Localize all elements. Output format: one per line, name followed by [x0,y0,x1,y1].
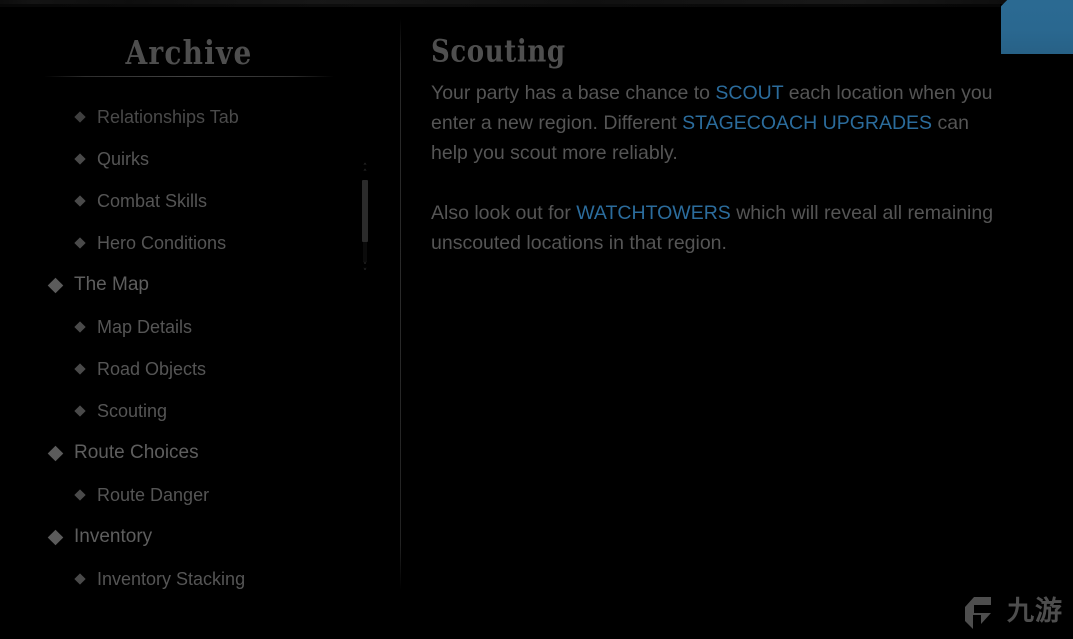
sidebar-scrollbar[interactable]: ˄ ˄ ˅ ˅ [358,164,372,278]
sidebar-item-label: Inventory [74,526,153,547]
page-body-text: Your party has a base chance to SCOUT ea… [431,78,1006,258]
sidebar-item-label: Relationships Tab [97,106,239,127]
diamond-bullet-icon [74,237,86,249]
body-text-run: Also look out for [431,202,577,224]
body-text-run: Your party has a base chance to [431,82,716,104]
sidebar-item-label: Inventory Stacking [97,568,246,589]
archive-nav-list: Relationships Tab Quirks Combat Skills Hero… [0,96,380,600]
scroll-down-chevron-outer[interactable]: ˅ [360,269,370,278]
archive-sidebar: Archive Relationships Tab Quirks Combat Sk… [0,0,400,639]
sidebar-item-label: Scouting [97,400,168,421]
diamond-bullet-icon [47,277,64,293]
diamond-bullet-icon [74,321,86,333]
sidebar-item-label: The Map [74,274,149,295]
diamond-bullet-icon [47,445,64,461]
keyword-link[interactable]: SCOUT [715,82,783,104]
scroll-up-chevron-inner[interactable]: ˄ [360,170,370,179]
sidebar-item-the-map[interactable]: The Map [0,264,380,306]
diamond-bullet-icon [74,405,86,417]
sidebar-item-combat-skills[interactable]: Combat Skills [0,180,380,222]
diamond-bullet-icon [74,573,86,585]
page-title: Scouting [431,34,566,70]
diamond-bullet-icon [74,489,86,501]
sidebar-item-label: Combat Skills [97,190,208,211]
sidebar-title: Archive [125,34,253,73]
sidebar-item-road-objects[interactable]: Road Objects [0,348,380,390]
sidebar-item-quirks[interactable]: Quirks [0,138,380,180]
sidebar-item-route-choices[interactable]: Route Choices [0,432,380,474]
sidebar-title-rule [44,76,334,77]
sidebar-item-inventory-stacking[interactable]: Inventory Stacking [0,558,380,600]
scrollbar-thumb[interactable] [362,180,368,242]
sidebar-item-label: Quirks [97,148,150,169]
sidebar-item-label: Road Objects [97,358,207,379]
body-paragraph: Also look out for WATCHTOWERS which will… [431,198,1006,258]
archive-screen: Archive Relationships Tab Quirks Combat Sk… [0,0,1073,639]
sidebar-item-label: Route Choices [74,442,199,463]
diamond-bullet-icon [74,153,86,165]
keyword-link[interactable]: WATCHTOWERS [576,202,731,224]
sidebar-item-map-details[interactable]: Map Details [0,306,380,348]
body-paragraph: Your party has a base chance to SCOUT ea… [431,78,1006,168]
sidebar-item-route-danger[interactable]: Route Danger [0,474,380,516]
diamond-bullet-icon [74,111,86,123]
diamond-bullet-icon [74,363,86,375]
sidebar-item-label: Route Danger [97,484,210,505]
sidebar-item-hero-conditions[interactable]: Hero Conditions [0,222,380,264]
sidebar-item-label: Map Details [97,316,193,337]
sidebar-item-relationships-tab[interactable]: Relationships Tab [0,96,380,138]
keyword-link[interactable]: STAGECOACH UPGRADES [682,112,932,134]
sidebar-item-scouting[interactable]: Scouting [0,390,380,432]
sidebar-item-label: Hero Conditions [97,232,227,253]
sidebar-item-inventory[interactable]: Inventory [0,516,380,558]
diamond-bullet-icon [47,529,64,545]
archive-detail-panel: Scouting Your party has a base chance to… [400,0,1073,639]
diamond-bullet-icon [74,195,86,207]
